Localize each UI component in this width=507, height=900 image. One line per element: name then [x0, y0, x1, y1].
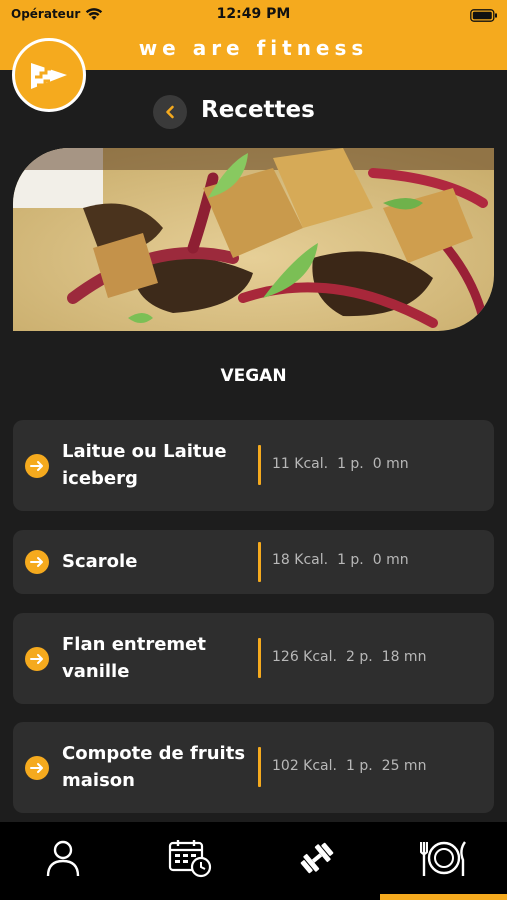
page-title: Recettes [201, 97, 315, 123]
recipe-name: Laitue ou Laitue iceberg [62, 441, 227, 489]
recipe-meta: 126 Kcal. 2 p. 18 mn [272, 649, 435, 665]
recipe-portions: 1 p. [345, 758, 373, 774]
recipe-hero-image [13, 148, 494, 331]
arrow-right-icon [25, 756, 49, 780]
category-heading: VEGAN [220, 366, 287, 386]
logo-mark-icon [31, 63, 67, 89]
recipe-card[interactable]: Compote de fruits maison 102 Kcal. 1 p. 25… [13, 722, 494, 813]
recipe-name: Scarole [62, 551, 138, 572]
app-logo[interactable] [12, 38, 86, 112]
divider [258, 747, 261, 787]
recipe-kcal: 102 Kcal. [272, 758, 337, 774]
recipe-kcal: 126 Kcal. [272, 649, 337, 665]
recipe-card[interactable]: Laitue ou Laitue iceberg 11 Kcal. 1 p. 0 m… [13, 420, 494, 511]
recipe-meta: 11 Kcal. 1 p. 0 mn [272, 456, 418, 472]
recipe-kcal: 11 Kcal. [272, 456, 329, 472]
calendar-clock-icon [168, 840, 212, 878]
recipe-name: Compote de fruits maison [62, 743, 246, 791]
divider [258, 542, 261, 582]
status-bar: Opérateur 12:49 PM [0, 0, 507, 30]
user-profile-icon [46, 840, 80, 877]
recipe-time: 0 mn [372, 552, 409, 568]
recipe-time: 0 mn [372, 456, 409, 472]
recipe-portions: 1 p. [337, 552, 364, 568]
tab-bar [0, 822, 507, 900]
divider [258, 445, 261, 485]
recipe-name: Flan entremet vanille [62, 634, 206, 682]
recipe-card[interactable]: Scarole 18 Kcal. 1 p. 0 mn [13, 530, 494, 594]
dumbbell-icon [300, 842, 334, 874]
arrow-right-icon [25, 647, 49, 671]
chevron-left-icon [166, 105, 174, 119]
recipe-time: 18 mn [381, 649, 427, 665]
divider [258, 638, 261, 678]
recipe-meta: 18 Kcal. 1 p. 0 mn [272, 552, 418, 568]
tab-profile[interactable] [0, 822, 126, 900]
active-tab-indicator [380, 894, 507, 900]
back-button[interactable] [153, 95, 187, 129]
recipe-meta: 102 Kcal. 1 p. 25 mn [272, 758, 435, 774]
recipe-time: 25 mn [381, 758, 427, 774]
battery-icon [470, 7, 498, 26]
arrow-right-icon [25, 454, 49, 478]
status-time: 12:49 PM [216, 6, 291, 22]
tab-planning[interactable] [127, 822, 253, 900]
recipe-kcal: 18 Kcal. [272, 552, 329, 568]
arrow-right-icon [25, 550, 49, 574]
recipe-portions: 1 p. [337, 456, 364, 472]
recipe-card[interactable]: Flan entremet vanille 126 Kcal. 2 p. 18 mn [13, 613, 494, 704]
tab-training[interactable] [254, 822, 380, 900]
plate-cutlery-icon [420, 841, 466, 876]
recipe-portions: 2 p. [345, 649, 373, 665]
tab-recipes[interactable] [381, 822, 507, 900]
